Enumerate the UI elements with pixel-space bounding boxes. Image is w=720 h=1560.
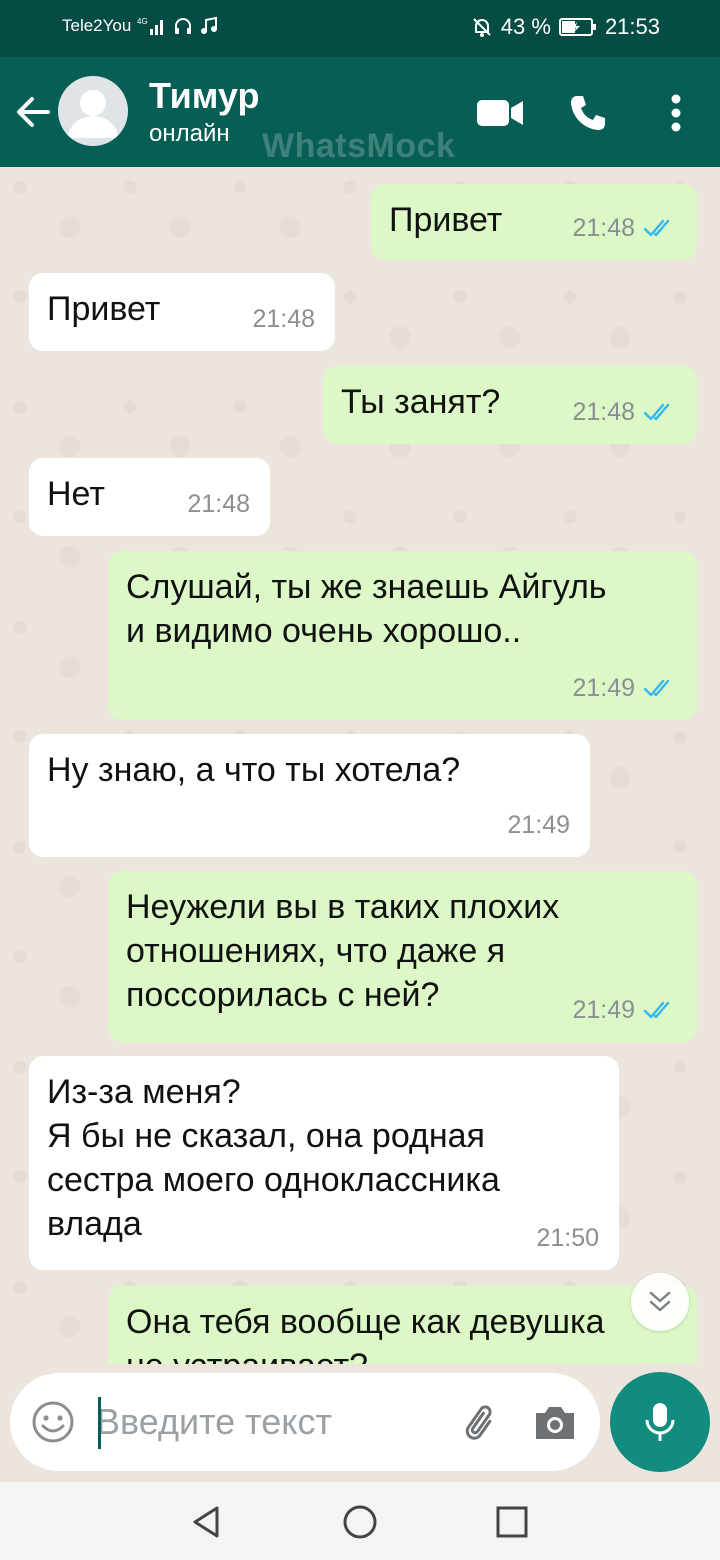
message-meta: 21:48 — [252, 297, 315, 341]
clock: 21:53 — [604, 14, 660, 39]
message-meta: 21:50 — [536, 1216, 599, 1260]
system-navigation-bar — [0, 1482, 720, 1560]
voice-call-button[interactable] — [562, 87, 614, 139]
contact-status: онлайн — [149, 120, 230, 147]
status-left: Tele2You 4G — [62, 16, 219, 36]
avatar[interactable] — [58, 76, 128, 146]
bell-off-icon — [471, 16, 493, 38]
square-recents-icon — [496, 1506, 528, 1538]
message-composer — [10, 1373, 600, 1471]
message-meta: 21:49 — [572, 666, 675, 710]
voice-message-button[interactable] — [610, 1372, 710, 1472]
message-outgoing[interactable]: Слушай, ты же знаешь Айгуль и видимо оче… — [108, 551, 697, 720]
message-text: Слушай, ты же знаешь Айгуль и видимо оче… — [126, 568, 607, 650]
microphone-icon — [645, 1403, 675, 1441]
status-right: 43 % 21:53 — [471, 14, 660, 40]
message-meta: 21:49 — [507, 803, 570, 847]
message-time: 21:49 — [507, 811, 570, 839]
status-bar: Tele2You 4G 43 % 21:53 — [0, 0, 720, 57]
default-avatar-icon — [68, 90, 118, 138]
signal-icon: 4G — [137, 16, 167, 36]
more-options-button[interactable] — [650, 87, 702, 139]
arrow-left-icon — [17, 97, 50, 127]
paperclip-icon — [465, 1405, 492, 1440]
smiley-icon — [32, 1401, 74, 1443]
triangle-back-icon — [193, 1506, 219, 1538]
message-incoming[interactable]: Нет 21:48 — [29, 458, 270, 536]
message-time: 21:49 — [572, 996, 635, 1024]
video-camera-icon — [477, 100, 523, 126]
phone-icon — [571, 96, 605, 130]
message-outgoing[interactable]: Она тебя вообще как девушка не устраивае… — [108, 1286, 697, 1364]
message-meta: 21:48 — [187, 482, 250, 526]
message-time: 21:48 — [252, 305, 315, 333]
camera-button[interactable] — [532, 1401, 578, 1445]
message-time: 21:49 — [572, 674, 635, 702]
double-chevron-down-icon — [649, 1291, 671, 1312]
message-time: 21:50 — [536, 1224, 599, 1252]
video-call-button[interactable] — [474, 87, 526, 139]
message-meta: 21:49 — [572, 988, 675, 1032]
message-incoming[interactable]: Привет 21:48 — [29, 273, 335, 351]
emoji-button[interactable] — [30, 1399, 76, 1445]
music-note-icon — [199, 16, 219, 36]
message-outgoing[interactable]: Ты занят? 21:48 — [323, 366, 697, 444]
network-type: 4G — [137, 17, 148, 26]
message-outgoing[interactable]: Привет 21:48 — [371, 184, 697, 260]
nav-home-button[interactable] — [340, 1502, 380, 1542]
back-button[interactable] — [12, 90, 56, 134]
battery-icon — [558, 17, 597, 37]
headphones-icon — [173, 16, 193, 36]
message-incoming[interactable]: Ну знаю, а что ты хотела? 21:49 — [29, 734, 590, 857]
nav-back-button[interactable] — [186, 1502, 226, 1542]
message-text: Она тебя вообще как девушка не устраивае… — [126, 1303, 605, 1364]
chat-area[interactable]: Привет 21:48 Привет 21:48 Ты занят? 21:4… — [0, 167, 720, 1364]
chat-header: Тимур онлайн WhatsMock — [0, 57, 720, 167]
read-ticks-icon — [643, 679, 670, 697]
more-vertical-icon — [671, 94, 681, 132]
watermark: WhatsMock — [262, 127, 456, 165]
camera-icon — [536, 1407, 574, 1439]
message-incoming[interactable]: Из-за меня? Я бы не сказал, она родная с… — [29, 1056, 619, 1270]
scroll-to-bottom-button[interactable] — [631, 1273, 689, 1331]
text-cursor — [98, 1397, 101, 1449]
message-time: 21:48 — [572, 398, 635, 426]
message-outgoing[interactable]: Неужели вы в таких плохих отношениях, чт… — [108, 871, 697, 1042]
read-ticks-icon — [643, 219, 670, 237]
read-ticks-icon — [643, 1001, 670, 1019]
message-text: Из-за меня? Я бы не сказал, она родная с… — [47, 1073, 500, 1243]
contact-name[interactable]: Тимур — [149, 75, 259, 117]
nav-recents-button[interactable] — [492, 1502, 532, 1542]
carrier-name: Tele2You — [62, 16, 132, 35]
message-input[interactable] — [90, 1391, 450, 1453]
message-text: Ну знаю, а что ты хотела? — [47, 751, 461, 789]
attach-button[interactable] — [458, 1401, 502, 1445]
circle-home-icon — [343, 1505, 377, 1539]
message-time: 21:48 — [572, 214, 635, 242]
read-ticks-icon — [643, 403, 670, 421]
message-meta: 21:48 — [572, 390, 675, 434]
battery-percent: 43 % — [500, 14, 551, 39]
message-time: 21:48 — [187, 490, 250, 518]
message-meta: 21:48 — [572, 206, 675, 250]
